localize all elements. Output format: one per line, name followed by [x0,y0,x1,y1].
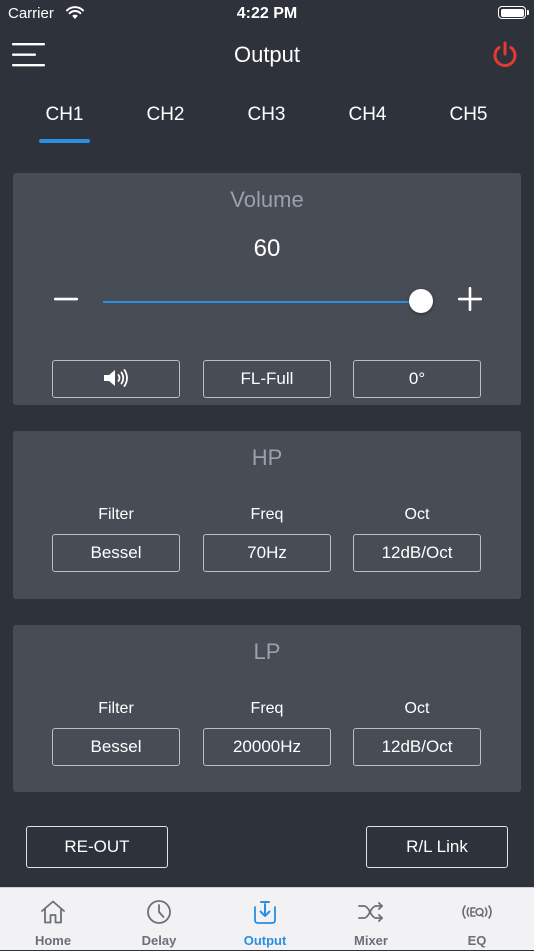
tab-bar-delay[interactable]: Delay [106,888,212,951]
lp-panel: LP Filter Freq Oct Bessel 20000Hz 12dB/O… [13,625,521,792]
status-bar: Carrier 4:22 PM [0,0,534,28]
volume-slider[interactable] [103,289,433,313]
nav-bar: Output [0,30,534,78]
page-title: Output [233,42,301,67]
tab-ch3[interactable]: CH3 [216,96,317,146]
clock-time: 4:22 PM [236,5,298,22]
lp-freq-label: Freq [250,700,284,717]
lp-title: LP [253,639,281,664]
hp-filter-label: Filter [98,506,134,523]
lp-oct-label: Oct [404,700,430,717]
volume-decrease-button[interactable] [53,286,79,312]
lp-oct-button[interactable]: 12dB/Oct [353,728,481,766]
re-out-button[interactable]: RE-OUT [26,826,168,868]
battery-icon [498,6,529,19]
hp-freq-label: Freq [250,506,284,523]
tab-ch4[interactable]: CH4 [317,96,418,146]
tab-bar-output[interactable]: Output [212,888,318,951]
volume-title: Volume [230,187,304,212]
tab-ch2[interactable]: CH2 [115,96,216,146]
shuffle-icon [358,902,383,922]
lp-filter-button[interactable]: Bessel [52,728,180,766]
power-icon[interactable] [490,40,520,70]
mute-button[interactable] [52,360,180,398]
tab-bar-eq-label: EQ [467,933,487,948]
rl-link-button[interactable]: R/L Link [366,826,508,868]
tab-bar-eq[interactable]: EQ [424,888,530,951]
tab-bar-mixer[interactable]: Mixer [318,888,424,951]
tab-bar: Home Delay Output Mixer EQ [0,887,534,950]
hp-oct-button[interactable]: 12dB/Oct [353,534,481,572]
volume-increase-button[interactable] [457,286,483,312]
tab-bar-mixer-label: Mixer [354,933,388,948]
volume-panel: Volume 60 FL-Full 0° [13,173,521,405]
tab-bar-home-label: Home [34,933,72,948]
tab-ch5[interactable]: CH5 [418,96,519,146]
channel-tabs: CH1 CH2 CH3 CH4 CH5 [14,96,521,150]
phase-button[interactable]: 0° [353,360,481,398]
speaker-icon [104,369,128,387]
tab-bar-output-label: Output [243,933,287,948]
hp-panel: HP Filter Freq Oct Bessel 70Hz 12dB/Oct [13,431,521,599]
hp-oct-label: Oct [404,506,430,523]
lp-filter-label: Filter [98,700,134,717]
tab-ch1[interactable]: CH1 [14,96,115,146]
volume-slider-thumb[interactable] [409,289,433,313]
volume-slider-fill [103,301,421,303]
position-button[interactable]: FL-Full [203,360,331,398]
output-icon [254,901,276,924]
hp-filter-button[interactable]: Bessel [52,534,180,572]
tab-bar-home[interactable]: Home [0,888,106,951]
tab-bar-delay-label: Delay [141,933,177,948]
lp-freq-button[interactable]: 20000Hz [203,728,331,766]
clock-icon [147,900,171,924]
volume-value: 60 [253,235,281,262]
hp-title: HP [251,445,283,470]
home-icon [41,900,65,924]
hp-freq-button[interactable]: 70Hz [203,534,331,572]
eq-icon [462,905,492,919]
